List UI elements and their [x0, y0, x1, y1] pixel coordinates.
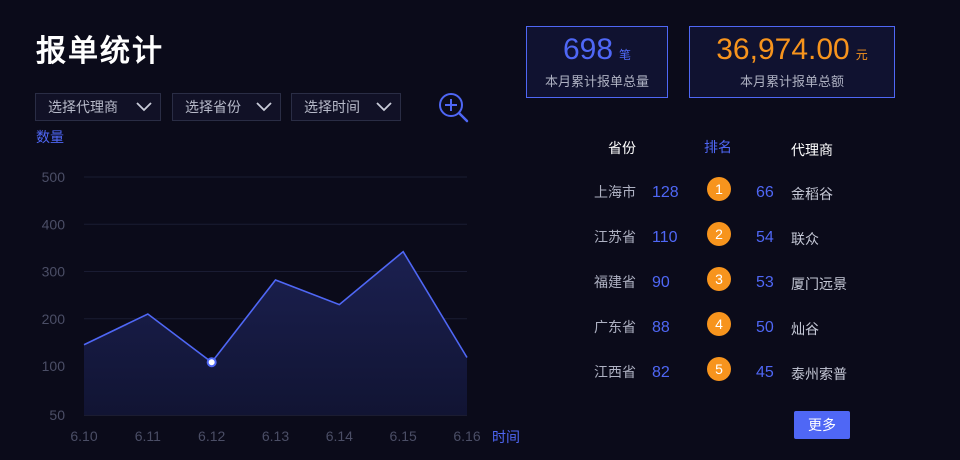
y-tick-label: 400 [42, 216, 66, 232]
y-tick-label: 100 [42, 358, 66, 374]
total-count-value: 698 [562, 33, 614, 66]
rank-badge: 3 [707, 267, 731, 291]
total-count-unit: 笔 [619, 48, 632, 62]
province-name: 福建省 [594, 274, 636, 290]
x-tick-label: 6.14 [326, 428, 353, 444]
y-tick-label: 500 [42, 169, 66, 185]
agent-select-label: 选择代理商 [48, 99, 118, 115]
rank-badge: 2 [707, 222, 731, 246]
agent-name: 联众 [791, 231, 819, 247]
chevron-down-icon [256, 102, 272, 112]
province-count: 90 [652, 274, 670, 291]
agent-count: 45 [756, 364, 774, 381]
rank-header: 排名 [704, 139, 732, 155]
y-tick-label: 200 [42, 311, 66, 327]
total-amount-card: 36,974.00 元 本月累计报单总额 [689, 26, 895, 98]
province-count: 82 [652, 364, 670, 381]
province-count: 128 [652, 184, 679, 201]
zoom-in-icon[interactable] [436, 90, 470, 124]
agent-count: 54 [756, 229, 774, 246]
time-select[interactable]: 选择时间 [291, 93, 401, 121]
area-chart: 500 400 300 200 100 50 6.10 6.11 6.12 6.13 6.14 6.1… [42, 169, 481, 444]
data-point[interactable] [206, 357, 217, 368]
x-tick-label: 6.13 [262, 428, 289, 444]
rank-badge: 5 [707, 357, 731, 381]
x-tick-label: 6.15 [390, 428, 417, 444]
total-amount-unit: 元 [855, 48, 868, 62]
agent-count: 66 [756, 184, 774, 201]
x-tick-label: 6.12 [198, 428, 225, 444]
time-select-label: 选择时间 [304, 99, 360, 115]
more-button[interactable]: 更多 [794, 411, 850, 439]
total-amount-value: 36,974.00 [716, 33, 850, 66]
agent-name: 厦门远景 [791, 276, 847, 292]
y-tick-label: 50 [49, 407, 65, 423]
province-count: 88 [652, 319, 670, 336]
province-name: 江苏省 [594, 229, 636, 245]
rank-badge: 1 [707, 177, 731, 201]
y-tick-label: 300 [42, 264, 66, 280]
province-count: 110 [652, 229, 678, 246]
agent-header: 代理商 [791, 142, 833, 158]
province-header: 省份 [608, 140, 636, 156]
rank-badge: 4 [707, 312, 731, 336]
agent-select[interactable]: 选择代理商 [35, 93, 161, 121]
province-select[interactable]: 选择省份 [172, 93, 281, 121]
y-axis-title: 数量 [36, 129, 64, 145]
chevron-down-icon [136, 102, 152, 112]
chevron-down-icon [376, 102, 392, 112]
agent-name: 灿谷 [791, 321, 819, 337]
page-title: 报单统计 [36, 35, 164, 68]
agent-name: 泰州索普 [791, 366, 847, 382]
total-count-card: 698 笔 本月累计报单总量 [526, 26, 668, 98]
x-tick-label: 6.11 [135, 428, 161, 444]
x-tick-label: 6.16 [453, 428, 480, 444]
series-area [84, 251, 467, 415]
agent-count: 53 [756, 274, 774, 291]
province-name: 广东省 [594, 319, 636, 335]
agent-name: 金稻谷 [791, 186, 833, 202]
total-amount-label: 本月累计报单总额 [739, 74, 844, 89]
province-name: 江西省 [594, 364, 636, 380]
total-count-label: 本月累计报单总量 [544, 74, 649, 89]
province-name: 上海市 [594, 184, 636, 200]
province-select-label: 选择省份 [185, 99, 241, 115]
x-tick-label: 6.10 [70, 428, 97, 444]
agent-count: 50 [756, 319, 774, 336]
